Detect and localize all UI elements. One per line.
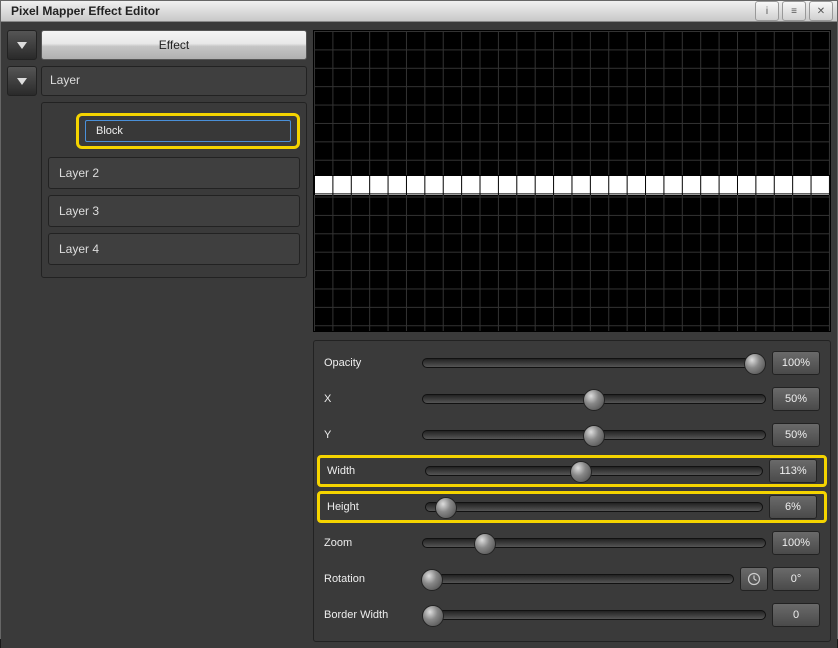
info-button[interactable]: i: [755, 1, 779, 21]
effect-button[interactable]: Effect: [41, 30, 307, 60]
clock-button[interactable]: [740, 567, 768, 591]
slider-row-zoom: Zoom 100%: [320, 527, 824, 559]
slider-row-width: Width 113%: [317, 455, 827, 487]
slider-track[interactable]: [422, 538, 766, 548]
slider-thumb[interactable]: [583, 389, 605, 411]
block-button[interactable]: Block: [85, 120, 291, 142]
slider-track[interactable]: [425, 466, 763, 476]
slider-track[interactable]: [422, 610, 766, 620]
slider-track[interactable]: [422, 358, 766, 368]
slider-track[interactable]: [422, 574, 734, 584]
layer-item[interactable]: Layer 4: [48, 233, 300, 265]
window: Pixel Mapper Effect Editor i ≡ ✕ Effect: [0, 0, 838, 639]
right-panel: Opacity 100% X 50% Y 50% Width 113% Height 6% Zoom…: [313, 22, 837, 648]
clock-icon: [747, 572, 761, 586]
slider-thumb[interactable]: [421, 569, 443, 591]
preview-band: [314, 175, 830, 195]
slider-value[interactable]: 6%: [769, 495, 817, 519]
slider-track[interactable]: [425, 502, 763, 512]
titlebar-buttons: i ≡ ✕: [755, 1, 833, 21]
collapse-effect-button[interactable]: [7, 30, 37, 60]
slider-value[interactable]: 50%: [772, 423, 820, 447]
slider-row-height: Height 6%: [317, 491, 827, 523]
menu-button[interactable]: ≡: [782, 1, 806, 21]
slider-label: X: [324, 393, 422, 405]
slider-label: Height: [327, 501, 425, 513]
slider-thumb[interactable]: [583, 425, 605, 447]
slider-thumb[interactable]: [435, 497, 457, 519]
effect-row: Effect: [7, 30, 307, 60]
titlebar: Pixel Mapper Effect Editor i ≡ ✕: [1, 1, 837, 22]
slider-thumb[interactable]: [474, 533, 496, 555]
slider-row-border-width: Border Width 0: [320, 599, 824, 631]
layer-item[interactable]: Layer 3: [48, 195, 300, 227]
layer-header-label: Layer: [50, 73, 80, 87]
slider-label: Y: [324, 429, 422, 441]
band-grid: [314, 175, 830, 195]
slider-label: Zoom: [324, 537, 422, 549]
pixel-preview: [313, 30, 831, 332]
slider-track[interactable]: [422, 430, 766, 440]
slider-thumb[interactable]: [570, 461, 592, 483]
slider-row-x: X 50%: [320, 383, 824, 415]
slider-value[interactable]: 100%: [772, 351, 820, 375]
block-highlight: Block: [76, 113, 300, 149]
layer-header[interactable]: Layer: [41, 66, 307, 96]
slider-thumb[interactable]: [422, 605, 444, 627]
menu-icon: ≡: [791, 6, 797, 17]
layer-container: Block Layer 2 Layer 3 Layer 4: [41, 102, 307, 278]
layer-item[interactable]: Layer 2: [48, 157, 300, 189]
effect-button-label: Effect: [159, 38, 189, 52]
triangle-down-icon: [15, 74, 29, 88]
slider-label: Opacity: [324, 357, 422, 369]
close-icon: ✕: [817, 6, 825, 17]
collapse-layer-button[interactable]: [7, 66, 37, 96]
content: Effect Layer Block Layer 2 Layer 3 Layer 4: [1, 22, 837, 648]
slider-track[interactable]: [422, 394, 766, 404]
sliders-panel: Opacity 100% X 50% Y 50% Width 113% Height 6% Zoom…: [313, 340, 831, 642]
slider-value[interactable]: 0°: [772, 567, 820, 591]
close-button[interactable]: ✕: [809, 1, 833, 21]
layer-header-row: Layer: [7, 66, 307, 96]
slider-label: Width: [327, 465, 425, 477]
slider-thumb[interactable]: [744, 353, 766, 375]
slider-value[interactable]: 50%: [772, 387, 820, 411]
slider-row-rotation: Rotation 0°: [320, 563, 824, 595]
info-icon: i: [766, 6, 768, 17]
slider-row-opacity: Opacity 100%: [320, 347, 824, 379]
slider-label: Rotation: [324, 573, 422, 585]
block-label: Block: [96, 125, 123, 137]
slider-value[interactable]: 0: [772, 603, 820, 627]
window-title: Pixel Mapper Effect Editor: [5, 4, 160, 18]
slider-label: Border Width: [324, 609, 422, 621]
triangle-down-icon: [15, 38, 29, 52]
slider-row-y: Y 50%: [320, 419, 824, 451]
left-panel: Effect Layer Block Layer 2 Layer 3 Layer 4: [1, 22, 313, 648]
slider-value[interactable]: 100%: [772, 531, 820, 555]
slider-value[interactable]: 113%: [769, 459, 817, 483]
